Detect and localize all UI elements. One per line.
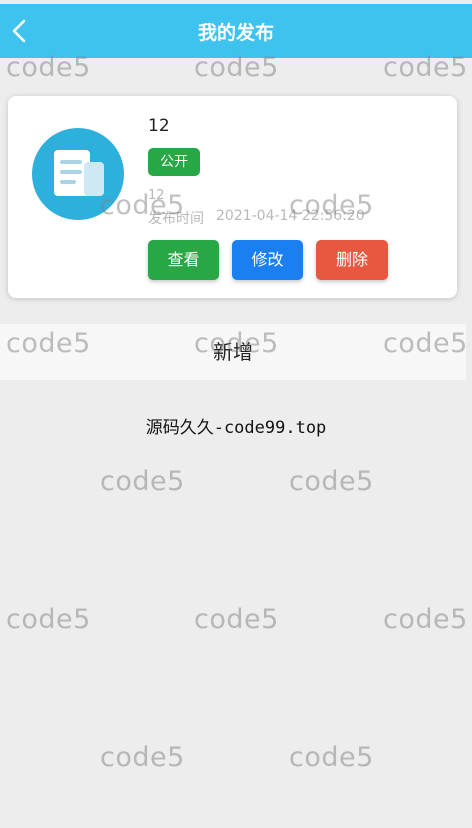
watermark: code5 (6, 604, 91, 635)
publish-time-label: 发布时间 (148, 211, 204, 227)
post-title: 12 (148, 116, 170, 136)
post-card: 12 公开 12 发布时间 2021-04-14 22:56:20 查看 修改 … (8, 96, 457, 298)
watermark: code5 (383, 604, 468, 635)
add-button[interactable]: 新增 (0, 324, 466, 380)
edit-button[interactable]: 修改 (232, 240, 303, 280)
watermark: code5 (100, 742, 185, 773)
publish-time-value: 2021-04-14 22:56:20 (216, 208, 365, 224)
app-header: 我的发布 (0, 4, 472, 58)
watermark: code5 (289, 742, 374, 773)
watermark: code5 (100, 466, 185, 497)
view-button[interactable]: 查看 (148, 240, 219, 280)
watermark: code5 (289, 466, 374, 497)
visibility-badge: 公开 (148, 148, 200, 176)
delete-button[interactable]: 删除 (316, 240, 388, 280)
watermark: code5 (194, 604, 279, 635)
post-subtitle: 12 (148, 188, 165, 203)
document-icon (32, 128, 124, 220)
page-title: 我的发布 (197, 22, 274, 44)
footer-text: 源码久久-code99.top (145, 418, 327, 438)
